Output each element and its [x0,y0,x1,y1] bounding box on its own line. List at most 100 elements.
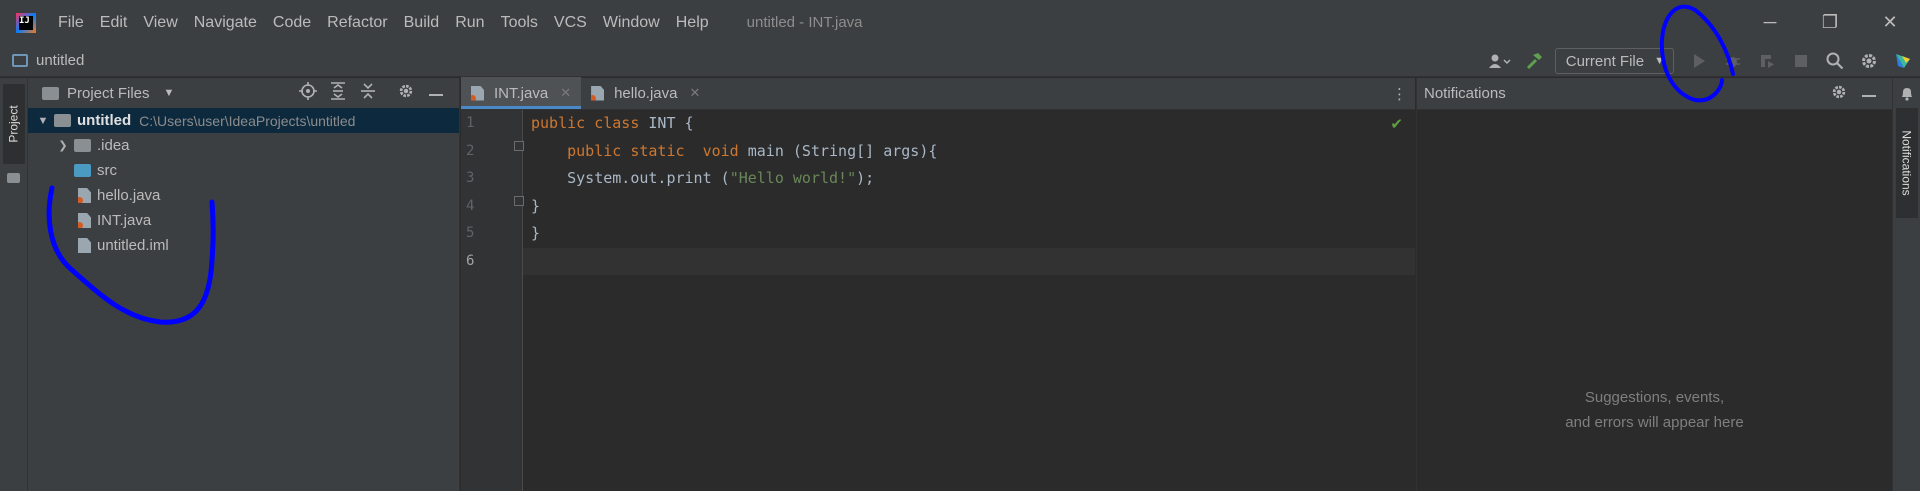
run-with-coverage-icon[interactable] [1753,47,1781,75]
build-hammer-icon[interactable] [1520,47,1548,75]
empty-state-line: and errors will appear here [1565,414,1744,431]
editor: INT.java ✕ hello.java ✕ ⋮ 1 2 3 4 5 6 pu… [461,77,1415,491]
folder-icon [7,170,20,187]
breadcrumb-project[interactable]: untitled [12,52,84,69]
close-icon[interactable]: ✕ [560,85,571,101]
chevron-down-icon: ▼ [1654,55,1665,67]
line-number: 6 [466,252,475,269]
menu-run[interactable]: Run [455,14,484,32]
menu-file[interactable]: File [58,14,84,32]
code-lines: public class INT { public static void ma… [531,110,1415,275]
notifications-header: Notifications [1417,78,1892,110]
line-number: 4 [466,197,475,214]
run-configuration-select[interactable]: Current File ▼ [1554,48,1674,74]
hide-panel-icon[interactable] [1854,85,1884,103]
notifications-tool-tab[interactable]: Notifications [1896,108,1918,218]
window-title: untitled - INT.java [746,14,863,31]
tree-item-untitled-iml[interactable]: untitled.iml [28,233,459,258]
menu-window[interactable]: Window [603,14,660,32]
title-bar: IJ File Edit View Navigate Code Refactor… [0,0,1920,45]
tree-item-src[interactable]: src [28,158,459,183]
tree-item-root[interactable]: ▼ untitled C:\Users\user\IdeaProjects\un… [28,108,459,133]
code-area[interactable]: 1 2 3 4 5 6 public class INT { public st… [461,110,1415,491]
tree-item-idea[interactable]: ❯ .idea [28,133,459,158]
account-icon[interactable] [1486,47,1514,75]
menu-code[interactable]: Code [273,14,311,32]
hide-panel-icon[interactable] [421,84,451,102]
expand-all-icon[interactable] [323,81,353,105]
navigation-bar: untitled Current File ▼ [0,45,1920,77]
code-line: public static void main (String[] args){ [567,141,938,160]
collapse-all-icon[interactable] [353,82,383,105]
settings-gear-icon[interactable] [1824,84,1854,105]
close-button[interactable]: ✕ [1860,0,1920,45]
code-line: } [531,224,541,242]
minimize-button[interactable]: ─ [1740,0,1800,45]
bell-icon[interactable] [1900,86,1914,104]
tab-label: hello.java [614,84,678,102]
java-file-icon [591,85,605,101]
java-file-icon [78,188,91,203]
debug-icon[interactable] [1719,47,1747,75]
tab-label: INT.java [494,84,549,102]
locate-file-icon[interactable] [293,81,323,105]
menu-view[interactable]: View [143,14,177,32]
chevron-right-icon[interactable]: ❯ [56,139,70,152]
project-view-selector[interactable]: Project Files [67,85,150,102]
settings-gear-icon[interactable] [1855,47,1883,75]
more-vertical-icon[interactable]: ⋮ [1392,85,1407,103]
menu-refactor[interactable]: Refactor [327,14,387,32]
editor-tab-bar: INT.java ✕ hello.java ✕ ⋮ [461,77,1415,110]
project-tool-tab[interactable]: Project [3,84,25,164]
line-number: 1 [466,115,475,131]
right-tool-stripe: Notifications [1892,78,1920,491]
fold-marker-icon[interactable] [514,196,524,206]
maximize-button[interactable]: ❐ [1800,0,1860,45]
line-number: 3 [466,170,475,186]
intellij-logo-icon: IJ [16,12,36,33]
tree-item-path: C:\Users\user\IdeaProjects\untitled [139,112,356,129]
run-icon[interactable] [1685,47,1713,75]
editor-gutter: 1 2 3 4 5 6 [461,110,524,491]
search-icon[interactable] [1821,47,1849,75]
empty-state-line: Suggestions, events, [1584,389,1725,406]
project-panel-header: Project Files ▼ [28,78,459,108]
tree-item-int-java[interactable]: INT.java [28,208,459,233]
java-file-icon [471,85,484,101]
source-folder-icon [74,164,91,177]
no-problems-check-icon[interactable]: ✔ [1390,115,1403,133]
menu-build[interactable]: Build [404,14,440,32]
jetbrains-space-icon[interactable] [1889,47,1917,75]
folder-icon [74,139,91,152]
chevron-down-icon[interactable]: ▼ [164,87,175,99]
fold-marker-icon[interactable] [514,141,524,151]
tree-item-hello-java[interactable]: hello.java [28,183,459,208]
tab-int-java[interactable]: INT.java ✕ [461,77,582,109]
close-icon[interactable]: ✕ [689,85,700,101]
project-panel-actions [293,78,451,108]
menu-tools[interactable]: Tools [501,14,538,32]
module-folder-icon [54,114,71,127]
menu-help[interactable]: Help [676,14,709,32]
menu-edit[interactable]: Edit [100,14,128,32]
chevron-down-icon[interactable]: ▼ [36,115,50,127]
tab-hello-java[interactable]: hello.java ✕ [581,77,710,109]
tree-item-label: src [97,162,117,179]
project-tool-window: Project Files ▼ ▼ untitled C:\Users\user… [28,78,460,491]
menu-vcs[interactable]: VCS [554,14,587,32]
folder-icon [42,86,59,100]
iml-file-icon [78,238,91,253]
code-line: public class INT { [531,114,694,132]
project-tree: ▼ untitled C:\Users\user\IdeaProjects\un… [28,108,459,258]
tree-item-label: untitled.iml [97,237,169,254]
line-number: 2 [466,142,475,159]
tree-item-label: .idea [97,137,130,154]
line-number: 5 [466,225,475,241]
menu-navigate[interactable]: Navigate [194,14,257,32]
settings-gear-icon[interactable] [391,83,421,104]
stop-icon[interactable] [1787,47,1815,75]
left-tool-stripe: Project [0,78,28,491]
main-toolbar: Current File ▼ [1483,45,1920,77]
notifications-empty-state: Suggestions, events, and errors will app… [1417,385,1892,435]
run-configuration-label: Current File [1565,52,1645,70]
